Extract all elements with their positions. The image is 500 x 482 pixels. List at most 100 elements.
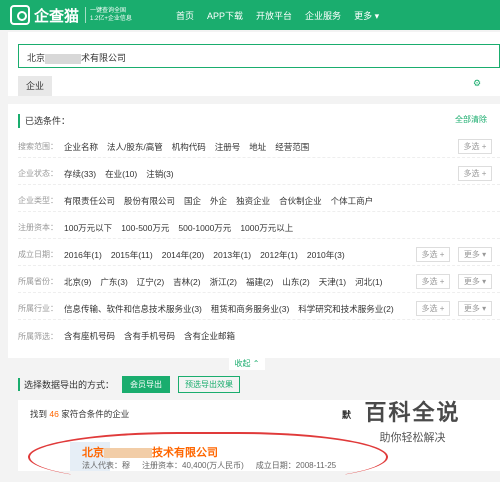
filter-option[interactable]: 机构代码	[172, 141, 206, 153]
filter-label: 注册资本：	[18, 223, 58, 232]
filter-option[interactable]: 2016年(1)	[64, 249, 102, 261]
filter-row-date: 成立日期： 2016年(1) 2015年(11) 2014年(20) 2013年…	[18, 244, 500, 266]
filter-label: 所属行业：	[18, 304, 58, 313]
tagline-line-2: 1.2亿+企业信息	[90, 16, 132, 22]
filter-option[interactable]: 注册号	[215, 141, 241, 153]
legal-rep: 法人代表：穆	[82, 461, 130, 470]
filter-option[interactable]: 辽宁(2)	[137, 276, 164, 288]
company-name-link[interactable]: 北京 技术有限公司	[82, 444, 218, 460]
search-input[interactable]: 北京 术有限公司	[18, 44, 500, 68]
filter-row-province: 所属省份： 北京(9) 广东(3) 辽宁(2) 吉林(2) 浙江(2) 福建(2…	[18, 271, 500, 293]
filter-label: 企业状态：	[18, 169, 58, 178]
result-suffix: 家符合条件的企业	[61, 409, 130, 419]
filter-option[interactable]: 独资企业	[236, 195, 270, 207]
filter-option[interactable]: 北京(9)	[64, 276, 91, 288]
filter-option[interactable]: 浙江(2)	[210, 276, 237, 288]
filter-row-scope: 搜索范围： 企业名称 法人/股东/高管 机构代码 注册号 地址 经营范围 多选 …	[18, 136, 500, 158]
search-panel: 北京 术有限公司 企业 ⚙	[8, 32, 500, 96]
top-nav: 企查猫 一键查询全国 1.2亿+企业信息 首页 APP下载 开放平台 企业服务 …	[0, 0, 500, 30]
filter-option[interactable]: 100-500万元	[121, 222, 169, 234]
filter-row-industry: 所属行业： 信息传输、软件和信息技术服务业(3) 租赁和商务服务业(3) 科学研…	[18, 298, 500, 320]
filter-option[interactable]: 2013年(1)	[213, 249, 251, 261]
company-meta: 法人代表：穆 注册资本：40,400(万人民币) 成立日期：2008-11-25	[82, 460, 348, 471]
nav-more[interactable]: 更多 ▾	[354, 9, 379, 22]
multi-select-button[interactable]: 多选 +	[458, 166, 492, 181]
nav-app-download[interactable]: APP下载	[207, 9, 243, 22]
company-name-prefix: 北京	[82, 447, 104, 459]
tab-enterprise[interactable]: 企业	[18, 76, 53, 96]
filter-option[interactable]: 含有企业邮箱	[184, 330, 235, 342]
filter-option[interactable]: 股份有限公司	[124, 195, 175, 207]
settings-icon[interactable]: ⚙	[473, 78, 481, 89]
filter-option[interactable]: 含有手机号码	[124, 330, 175, 342]
filter-option[interactable]: 国企	[184, 195, 201, 207]
filter-option[interactable]: 福建(2)	[246, 276, 273, 288]
multi-select-button[interactable]: 多选 +	[416, 274, 450, 289]
preview-export-button[interactable]: 预选导出效果	[178, 375, 241, 393]
member-export-button[interactable]: 会员导出	[122, 375, 171, 393]
export-label: 选择数据导出的方式：	[18, 377, 114, 391]
watermark: 百科全说 助你轻松解决	[345, 395, 480, 445]
search-suffix: 术有限公司	[81, 53, 127, 63]
result-number: 46	[49, 409, 59, 419]
multi-select-button[interactable]: 多选 +	[416, 247, 450, 262]
filter-option[interactable]: 吉林(2)	[173, 276, 200, 288]
filter-option[interactable]: 广东(3)	[100, 276, 127, 288]
filter-option[interactable]: 存续(33)	[64, 168, 96, 180]
more-dropdown-button[interactable]: 更多 ▾	[458, 274, 492, 289]
filter-row-status: 企业状态： 存续(33) 在业(10) 注销(3) 多选 +	[18, 163, 500, 185]
logo[interactable]: 企查猫 一键查询全国 1.2亿+企业信息	[10, 5, 160, 26]
filter-option[interactable]: 含有座机号码	[64, 330, 115, 342]
filter-option[interactable]: 外企	[210, 195, 227, 207]
filter-option[interactable]: 地址	[249, 141, 266, 153]
collapse-filters-button[interactable]: 收起 ⌃	[229, 358, 265, 370]
filter-option[interactable]: 2014年(20)	[162, 249, 205, 261]
filter-row-capital: 注册资本： 100万元以下 100-500万元 500-1000万元 1000万…	[18, 217, 500, 239]
filter-heading: 已选条件：	[18, 114, 70, 128]
filter-panel: 已选条件： 全部清除 搜索范围： 企业名称 法人/股东/高管 机构代码 注册号 …	[8, 104, 500, 358]
nav-links: 首页 APP下载 开放平台 企业服务 更多 ▾	[176, 9, 392, 22]
watermark-subtitle: 助你轻松解决	[379, 432, 446, 444]
filter-option[interactable]: 注销(3)	[146, 168, 173, 180]
filter-option[interactable]: 租赁和商务服务业(3)	[211, 303, 289, 315]
redacted-block	[45, 53, 82, 64]
filter-option[interactable]: 河北(1)	[355, 276, 382, 288]
filter-row-type: 企业类型： 有限责任公司 股份有限公司 国企 外企 独资企业 合伙制企业 个体工…	[18, 190, 500, 212]
multi-select-button[interactable]: 多选 +	[416, 301, 450, 316]
filter-label: 所属省份：	[18, 277, 58, 286]
filter-label: 成立日期：	[18, 250, 58, 259]
filter-option[interactable]: 科学研究和技术服务业(2)	[298, 303, 393, 315]
filter-row-contact: 所属筛选： 含有座机号码 含有手机号码 含有企业邮箱	[18, 325, 500, 347]
filter-option[interactable]: 经营范围	[275, 141, 309, 153]
filter-option[interactable]: 2010年(3)	[307, 249, 345, 261]
filter-option[interactable]: 2012年(1)	[260, 249, 298, 261]
clear-all-link[interactable]: 全部清除	[455, 114, 487, 125]
nav-home[interactable]: 首页	[176, 9, 194, 22]
filter-option[interactable]: 山东(2)	[282, 276, 309, 288]
filter-label: 所属筛选：	[18, 331, 58, 341]
filter-option[interactable]: 个体工商户	[331, 195, 374, 207]
more-dropdown-button[interactable]: 更多 ▾	[458, 301, 492, 316]
brand-name: 企查猫	[34, 7, 80, 25]
filter-option[interactable]: 有限责任公司	[64, 195, 115, 207]
more-dropdown-button[interactable]: 更多 ▾	[458, 247, 492, 262]
filter-option[interactable]: 1000万元以上	[240, 222, 293, 234]
search-query: 北京 术有限公司	[27, 51, 126, 64]
result-prefix: 找到	[30, 409, 48, 419]
filter-option[interactable]: 500-1000万元	[178, 222, 231, 234]
export-bar: 选择数据导出的方式： 会员导出 预选导出效果	[18, 374, 500, 394]
multi-select-button[interactable]: 多选 +	[458, 139, 492, 154]
nav-open-platform[interactable]: 开放平台	[256, 9, 292, 22]
filter-option[interactable]: 法人/股东/高管	[107, 141, 163, 153]
filter-option[interactable]: 合伙制企业	[279, 195, 322, 207]
tagline-line-1: 一键查询全国	[90, 8, 127, 14]
filter-option[interactable]: 企业名称	[64, 141, 98, 153]
filter-option[interactable]: 在业(10)	[105, 168, 137, 180]
filter-option[interactable]: 2015年(11)	[111, 249, 153, 261]
filter-option[interactable]: 100万元以下	[64, 222, 112, 234]
nav-enterprise-service[interactable]: 企业服务	[305, 9, 341, 22]
search-prefix: 北京	[27, 53, 46, 63]
filter-option[interactable]: 信息传输、软件和信息技术服务业(3)	[64, 303, 202, 315]
redacted-block	[104, 448, 152, 459]
filter-option[interactable]: 天津(1)	[319, 276, 346, 288]
